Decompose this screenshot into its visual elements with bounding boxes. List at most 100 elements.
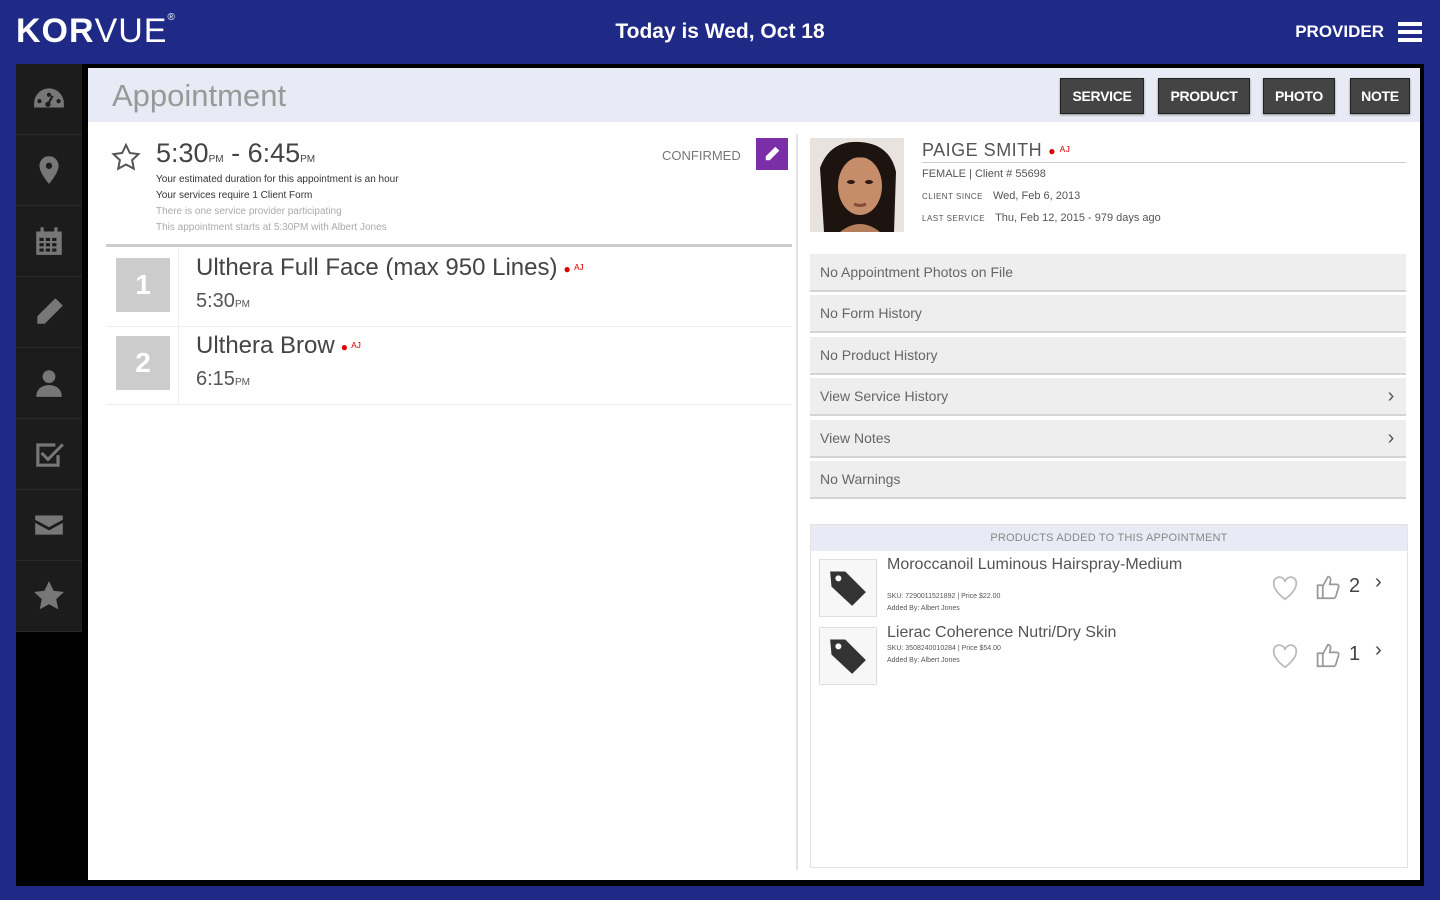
sidebar-item-messages[interactable] bbox=[16, 490, 82, 561]
today-date: Today is Wed, Oct 18 bbox=[615, 20, 825, 43]
product-history-row[interactable]: No Product History bbox=[810, 337, 1406, 375]
provider-marker: ● ᴬᴶ bbox=[340, 339, 361, 354]
product-thumbnail bbox=[819, 627, 877, 685]
products-panel: PRODUCTS ADDED TO THIS APPOINTMENT Moroc… bbox=[810, 524, 1408, 868]
product-quantity: 2 bbox=[1349, 575, 1361, 597]
client-name[interactable]: PAIGE SMITH ● ᴬᴶ bbox=[922, 140, 1070, 161]
client-name-text: PAIGE SMITH bbox=[922, 140, 1043, 160]
service-time: 5:30PM bbox=[196, 290, 250, 313]
edit-appointment-button[interactable] bbox=[756, 138, 788, 170]
service-name-text: Ulthera Brow bbox=[196, 332, 335, 359]
info-row-label: View Notes bbox=[820, 430, 891, 446]
add-photo-button[interactable]: PHOTO bbox=[1263, 78, 1335, 114]
service-number: 1 bbox=[116, 258, 170, 312]
checkbox-icon bbox=[36, 443, 64, 467]
photos-row[interactable]: No Appointment Photos on File bbox=[810, 254, 1406, 292]
person-icon bbox=[36, 370, 62, 397]
form-history-row[interactable]: No Form History bbox=[810, 295, 1406, 333]
status-badge: CONFIRMED bbox=[662, 148, 741, 163]
product-row[interactable]: Lierac Coherence Nutri/Dry Skin SKU: 350… bbox=[819, 625, 1399, 689]
info-row-label: No Product History bbox=[820, 347, 938, 363]
service-row[interactable]: 1 Ulthera Full Face (max 950 Lines) ● ᴬᴶ … bbox=[106, 248, 792, 327]
product-name: Lierac Coherence Nutri/Dry Skin bbox=[887, 624, 1117, 641]
sidebar-item-edit[interactable] bbox=[16, 277, 82, 348]
last-service-label: LAST SERVICE bbox=[922, 214, 986, 223]
provider-marker: ● ᴬᴶ bbox=[563, 261, 584, 276]
appointment-divider bbox=[106, 244, 792, 247]
page-title: Appointment bbox=[112, 78, 287, 113]
thumbs-up-icon[interactable] bbox=[1315, 641, 1341, 669]
product-quantity: 1 bbox=[1349, 643, 1361, 665]
client-since: CLIENT SINCE Wed, Feb 6, 2013 bbox=[922, 190, 1080, 202]
time-separator: - bbox=[223, 138, 248, 168]
client-since-value: Wed, Feb 6, 2013 bbox=[992, 190, 1081, 202]
chevron-right-icon[interactable]: › bbox=[1375, 571, 1382, 594]
client-gender-id: FEMALE | Client # 55698 bbox=[922, 168, 1046, 180]
sidebar-item-favorites[interactable] bbox=[16, 561, 82, 632]
product-name: Moroccanoil Luminous Hairspray-Medium bbox=[887, 556, 1183, 573]
heart-icon[interactable] bbox=[1271, 643, 1299, 669]
add-service-button[interactable]: SERVICE bbox=[1060, 78, 1144, 114]
pencil-icon bbox=[37, 298, 63, 326]
sidebar-item-calendar[interactable] bbox=[16, 206, 82, 277]
service-ampm: PM bbox=[234, 377, 250, 388]
info-row-label: View Service History bbox=[820, 388, 949, 404]
appointment-start-line: This appointment starts at 5:30PM with A… bbox=[156, 222, 387, 233]
end-time: 6:45 bbox=[247, 138, 301, 168]
dashboard-icon bbox=[34, 88, 64, 108]
calendar-icon bbox=[36, 227, 62, 255]
service-time: 6:15PM bbox=[196, 368, 250, 391]
pencil-icon bbox=[765, 146, 780, 161]
service-time-text: 5:30 bbox=[196, 290, 235, 312]
info-row-label: No Appointment Photos on File bbox=[820, 264, 1014, 280]
client-since-label: CLIENT SINCE bbox=[922, 192, 983, 201]
service-time-text: 6:15 bbox=[196, 368, 235, 390]
column-divider bbox=[796, 134, 798, 870]
add-note-button[interactable]: NOTE bbox=[1350, 78, 1410, 114]
main-panel: Appointment SERVICE PRODUCT PHOTO NOTE 5… bbox=[88, 68, 1420, 880]
appointment-summary: 5:30PM - 6:45PM Your estimated duration … bbox=[106, 132, 790, 246]
warnings-row[interactable]: No Warnings bbox=[810, 461, 1406, 499]
heart-icon[interactable] bbox=[1271, 575, 1299, 601]
sidebar-item-location[interactable] bbox=[16, 135, 82, 206]
product-sku-price: SKU: 7290011521892 | Price $22.00 bbox=[887, 593, 1001, 600]
service-history-row[interactable]: View Service History › bbox=[810, 378, 1406, 416]
hamburger-menu-icon[interactable] bbox=[1398, 22, 1422, 42]
sidebar-item-tasks[interactable] bbox=[16, 419, 82, 490]
sidebar-item-clients[interactable] bbox=[16, 348, 82, 419]
client-avatar[interactable] bbox=[810, 138, 904, 232]
add-product-button[interactable]: PRODUCT bbox=[1158, 78, 1250, 114]
location-pin-icon bbox=[39, 156, 59, 184]
info-row-label: No Form History bbox=[820, 305, 922, 321]
service-separator bbox=[178, 248, 179, 326]
product-row[interactable]: Moroccanoil Luminous Hairspray-Medium SK… bbox=[819, 557, 1399, 621]
service-number: 2 bbox=[116, 336, 170, 390]
products-heading: PRODUCTS ADDED TO THIS APPOINTMENT bbox=[811, 525, 1407, 551]
product-added-by: Added By: Albert Jones bbox=[887, 605, 960, 612]
thumbs-up-icon[interactable] bbox=[1315, 573, 1341, 601]
star-icon bbox=[34, 581, 64, 610]
client-portrait-image bbox=[810, 138, 904, 232]
start-time: 5:30 bbox=[156, 138, 209, 168]
service-name: Ulthera Full Face (max 950 Lines) ● ᴬᴶ bbox=[196, 254, 583, 282]
appointment-time: 5:30PM - 6:45PM bbox=[156, 138, 315, 169]
favorite-star-icon[interactable] bbox=[110, 142, 142, 174]
provider-marker: ● ᴬᴶ bbox=[1048, 144, 1070, 159]
envelope-icon bbox=[35, 515, 63, 535]
price-tag-icon bbox=[830, 571, 866, 606]
service-name-text: Ulthera Full Face (max 950 Lines) bbox=[196, 254, 558, 281]
service-row[interactable]: 2 Ulthera Brow ● ᴬᴶ 6:15PM bbox=[106, 326, 792, 405]
sidebar-item-dashboard[interactable] bbox=[16, 64, 82, 135]
product-sku-price: SKU: 3508240010284 | Price $54.00 bbox=[887, 645, 1001, 652]
notes-row[interactable]: View Notes › bbox=[810, 420, 1406, 458]
appointment-provider-line: There is one service provider participat… bbox=[156, 206, 342, 217]
role-label[interactable]: PROVIDER bbox=[1295, 22, 1384, 42]
sidebar bbox=[16, 64, 82, 886]
end-ampm: PM bbox=[300, 154, 316, 165]
start-ampm: PM bbox=[208, 154, 224, 165]
product-thumbnail bbox=[819, 559, 877, 617]
chevron-right-icon: › bbox=[1387, 426, 1395, 449]
chevron-right-icon[interactable]: › bbox=[1375, 639, 1382, 662]
appointment-form-line: Your services require 1 Client Form bbox=[156, 190, 313, 201]
product-added-by: Added By: Albert Jones bbox=[887, 657, 960, 664]
